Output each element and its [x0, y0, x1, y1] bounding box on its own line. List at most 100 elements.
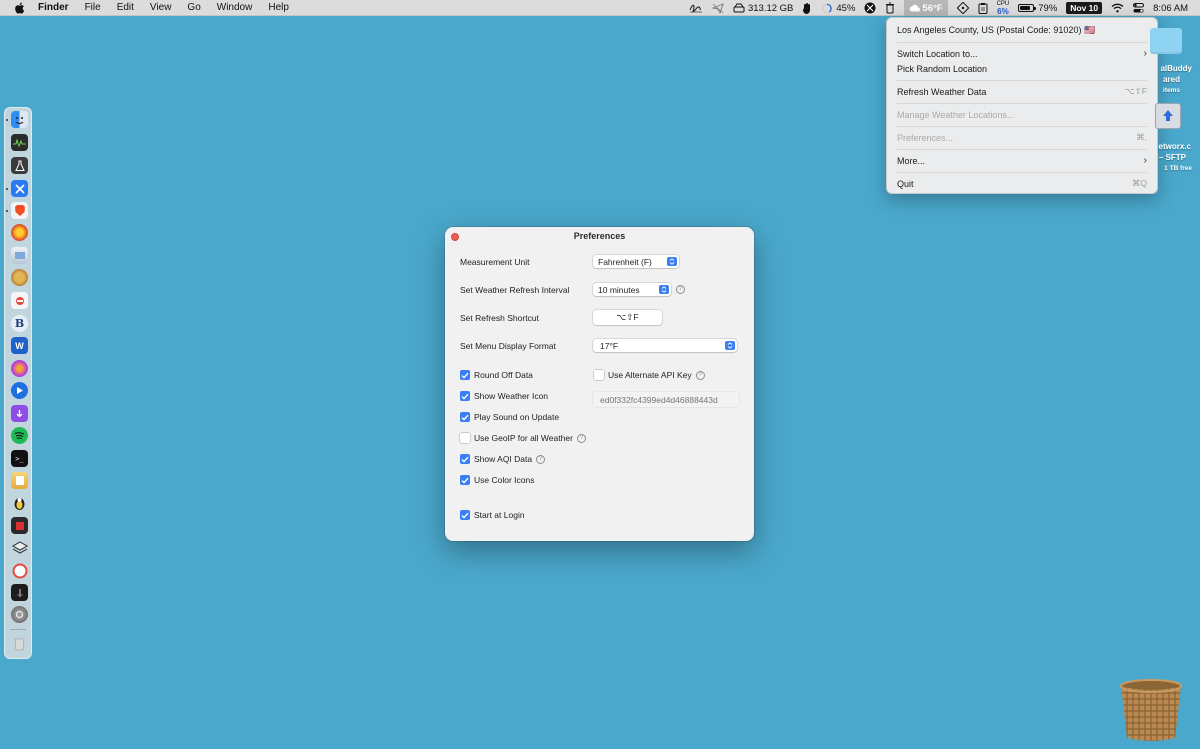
menu-window[interactable]: Window	[217, 2, 253, 13]
running-indicator	[6, 210, 8, 212]
date-badge[interactable]: Nov 10	[1066, 2, 1103, 14]
network-drive-label-3: 1 TB free	[1164, 165, 1192, 172]
help-icon[interactable]: ?	[676, 285, 685, 294]
network-icon[interactable]	[864, 0, 876, 16]
cleaner-app-icon[interactable]	[11, 292, 28, 309]
acorn-app-icon[interactable]	[11, 269, 28, 286]
desktop-folder-label-1: alBuddy	[1160, 64, 1192, 73]
menu-view[interactable]: View	[150, 2, 172, 13]
desktop-folder-icon[interactable]	[1150, 28, 1182, 54]
checkbox-label: Start at Login	[474, 510, 525, 520]
downloader-icon[interactable]	[11, 405, 28, 422]
finder-icon[interactable]	[11, 111, 28, 128]
spotify-icon[interactable]	[11, 427, 28, 444]
media-player-icon[interactable]	[11, 382, 28, 399]
activity-monitor-icon[interactable]	[11, 134, 28, 151]
refresh-interval-select[interactable]: 10 minutes	[593, 283, 671, 296]
menu-file[interactable]: File	[85, 2, 101, 13]
menu-item-quit[interactable]: Quit ⌘Q	[897, 177, 1147, 190]
running-indicator	[6, 119, 8, 121]
api-key-field[interactable]	[593, 392, 739, 407]
brave-browser-icon[interactable]	[11, 202, 28, 219]
unchecked-box-icon	[594, 370, 604, 380]
color-icons-checkbox[interactable]: Use Color Icons	[460, 475, 534, 485]
disk-usage[interactable]: 313.12 GB	[733, 0, 793, 16]
refresh-interval-label: Set Weather Refresh Interval	[460, 285, 570, 295]
battery-percent: 79%	[1038, 2, 1058, 14]
cpu-monitor[interactable]: CPU 6%	[997, 1, 1010, 16]
flask-app-icon[interactable]	[11, 157, 28, 174]
layers-app-icon[interactable]	[11, 539, 28, 556]
creative-app-icon[interactable]	[11, 360, 28, 377]
help-icon[interactable]: ?	[576, 433, 586, 443]
menu-item-label: Manage Weather Locations...	[897, 109, 1015, 120]
app-menu-finder[interactable]: Finder	[38, 2, 69, 13]
control-center-icon[interactable]	[1133, 0, 1145, 16]
memory-usage[interactable]: 45%	[821, 0, 855, 16]
desktop-folder-label-2: ared	[1163, 75, 1180, 84]
menu-item-switch-location[interactable]: Switch Location to... ›	[897, 47, 1147, 60]
show-weather-icon-checkbox[interactable]: Show Weather Icon	[460, 391, 548, 401]
network-drive-label-1: etworx.c	[1158, 142, 1191, 151]
checkbox-label: Use Color Icons	[474, 475, 535, 485]
dock-trash-icon[interactable]	[11, 635, 28, 652]
refresh-shortcut-recorder[interactable]: ⌥⇧F	[593, 310, 662, 325]
battery-status[interactable]: 79%	[1018, 0, 1057, 16]
weather-status-item[interactable]: 56°F	[904, 0, 948, 16]
alternate-api-key-checkbox[interactable]: Use Alternate API Key ?	[594, 370, 705, 380]
measurement-unit-select[interactable]: Fahrenheit (F)	[593, 255, 679, 268]
cpu-value: 6%	[997, 6, 1009, 16]
word-icon[interactable]: W	[11, 337, 28, 354]
menu-item-preferences: Preferences... ⌘,	[897, 131, 1147, 144]
wifi-icon[interactable]	[1111, 0, 1124, 16]
current-location[interactable]: Los Angeles County, US (Postal Code: 910…	[897, 24, 1147, 37]
paper-plane-icon[interactable]	[711, 0, 724, 16]
trash-menu-icon[interactable]	[885, 0, 895, 16]
menu-item-random-location[interactable]: Pick Random Location	[897, 62, 1147, 75]
start-at-login-checkbox[interactable]: Start at Login	[460, 510, 525, 520]
clipboard-icon[interactable]	[978, 0, 988, 16]
round-off-checkbox[interactable]: Round Off Data	[460, 370, 533, 380]
firefox-icon[interactable]	[11, 224, 28, 241]
battery-icon	[1018, 4, 1037, 12]
menu-item-more[interactable]: More... ›	[897, 154, 1147, 167]
desktop-trash-icon[interactable]	[1118, 678, 1184, 744]
menu-item-label: Preferences...	[897, 132, 954, 143]
stats-app-icon[interactable]	[11, 584, 28, 601]
clock[interactable]: 8:06 AM	[1153, 0, 1188, 16]
preferences-window: Preferences Measurement Unit Fahrenheit …	[445, 227, 754, 541]
preview-app-icon[interactable]	[11, 247, 28, 264]
notes-folder-icon[interactable]	[11, 472, 28, 489]
signature-icon[interactable]	[689, 0, 703, 16]
display-format-select[interactable]: 17°F	[593, 339, 737, 352]
chevron-updown-icon	[725, 341, 735, 350]
running-indicator	[6, 188, 8, 190]
menu-help[interactable]: Help	[268, 2, 289, 13]
ring-app-icon[interactable]	[11, 562, 28, 579]
current-location-label: Los Angeles County, US (Postal Code: 910…	[897, 25, 1096, 35]
hand-icon[interactable]	[802, 0, 812, 16]
apple-menu-icon[interactable]	[13, 2, 25, 14]
git-icon[interactable]	[956, 0, 969, 16]
cyberduck-icon[interactable]	[11, 494, 28, 511]
terminal-icon[interactable]: >_	[11, 450, 28, 467]
menu-separator	[897, 103, 1147, 104]
bbedit-icon[interactable]: B	[11, 315, 28, 332]
menu-edit[interactable]: Edit	[117, 2, 134, 13]
refresh-shortcut-label: Set Refresh Shortcut	[460, 313, 539, 323]
system-settings-icon[interactable]	[11, 606, 28, 623]
menu-separator	[897, 172, 1147, 173]
network-drive-icon[interactable]	[1155, 103, 1181, 129]
xcode-tools-icon[interactable]	[11, 180, 28, 197]
measurement-unit-label: Measurement Unit	[460, 257, 530, 267]
menu-item-refresh[interactable]: Refresh Weather Data ⌥⇧F	[897, 85, 1147, 98]
show-aqi-checkbox[interactable]: Show AQI Data ?	[460, 454, 546, 464]
help-icon[interactable]: ?	[536, 454, 546, 464]
play-sound-checkbox[interactable]: Play Sound on Update	[460, 412, 559, 422]
geoip-checkbox[interactable]: Use GeoIP for all Weather ?	[460, 433, 586, 443]
screen-recorder-icon[interactable]	[11, 517, 28, 534]
chevron-right-icon: ›	[1143, 48, 1147, 59]
help-icon[interactable]: ?	[695, 370, 705, 380]
menu-go[interactable]: Go	[187, 2, 200, 13]
network-drive-label-2: – SFTP	[1158, 153, 1186, 162]
